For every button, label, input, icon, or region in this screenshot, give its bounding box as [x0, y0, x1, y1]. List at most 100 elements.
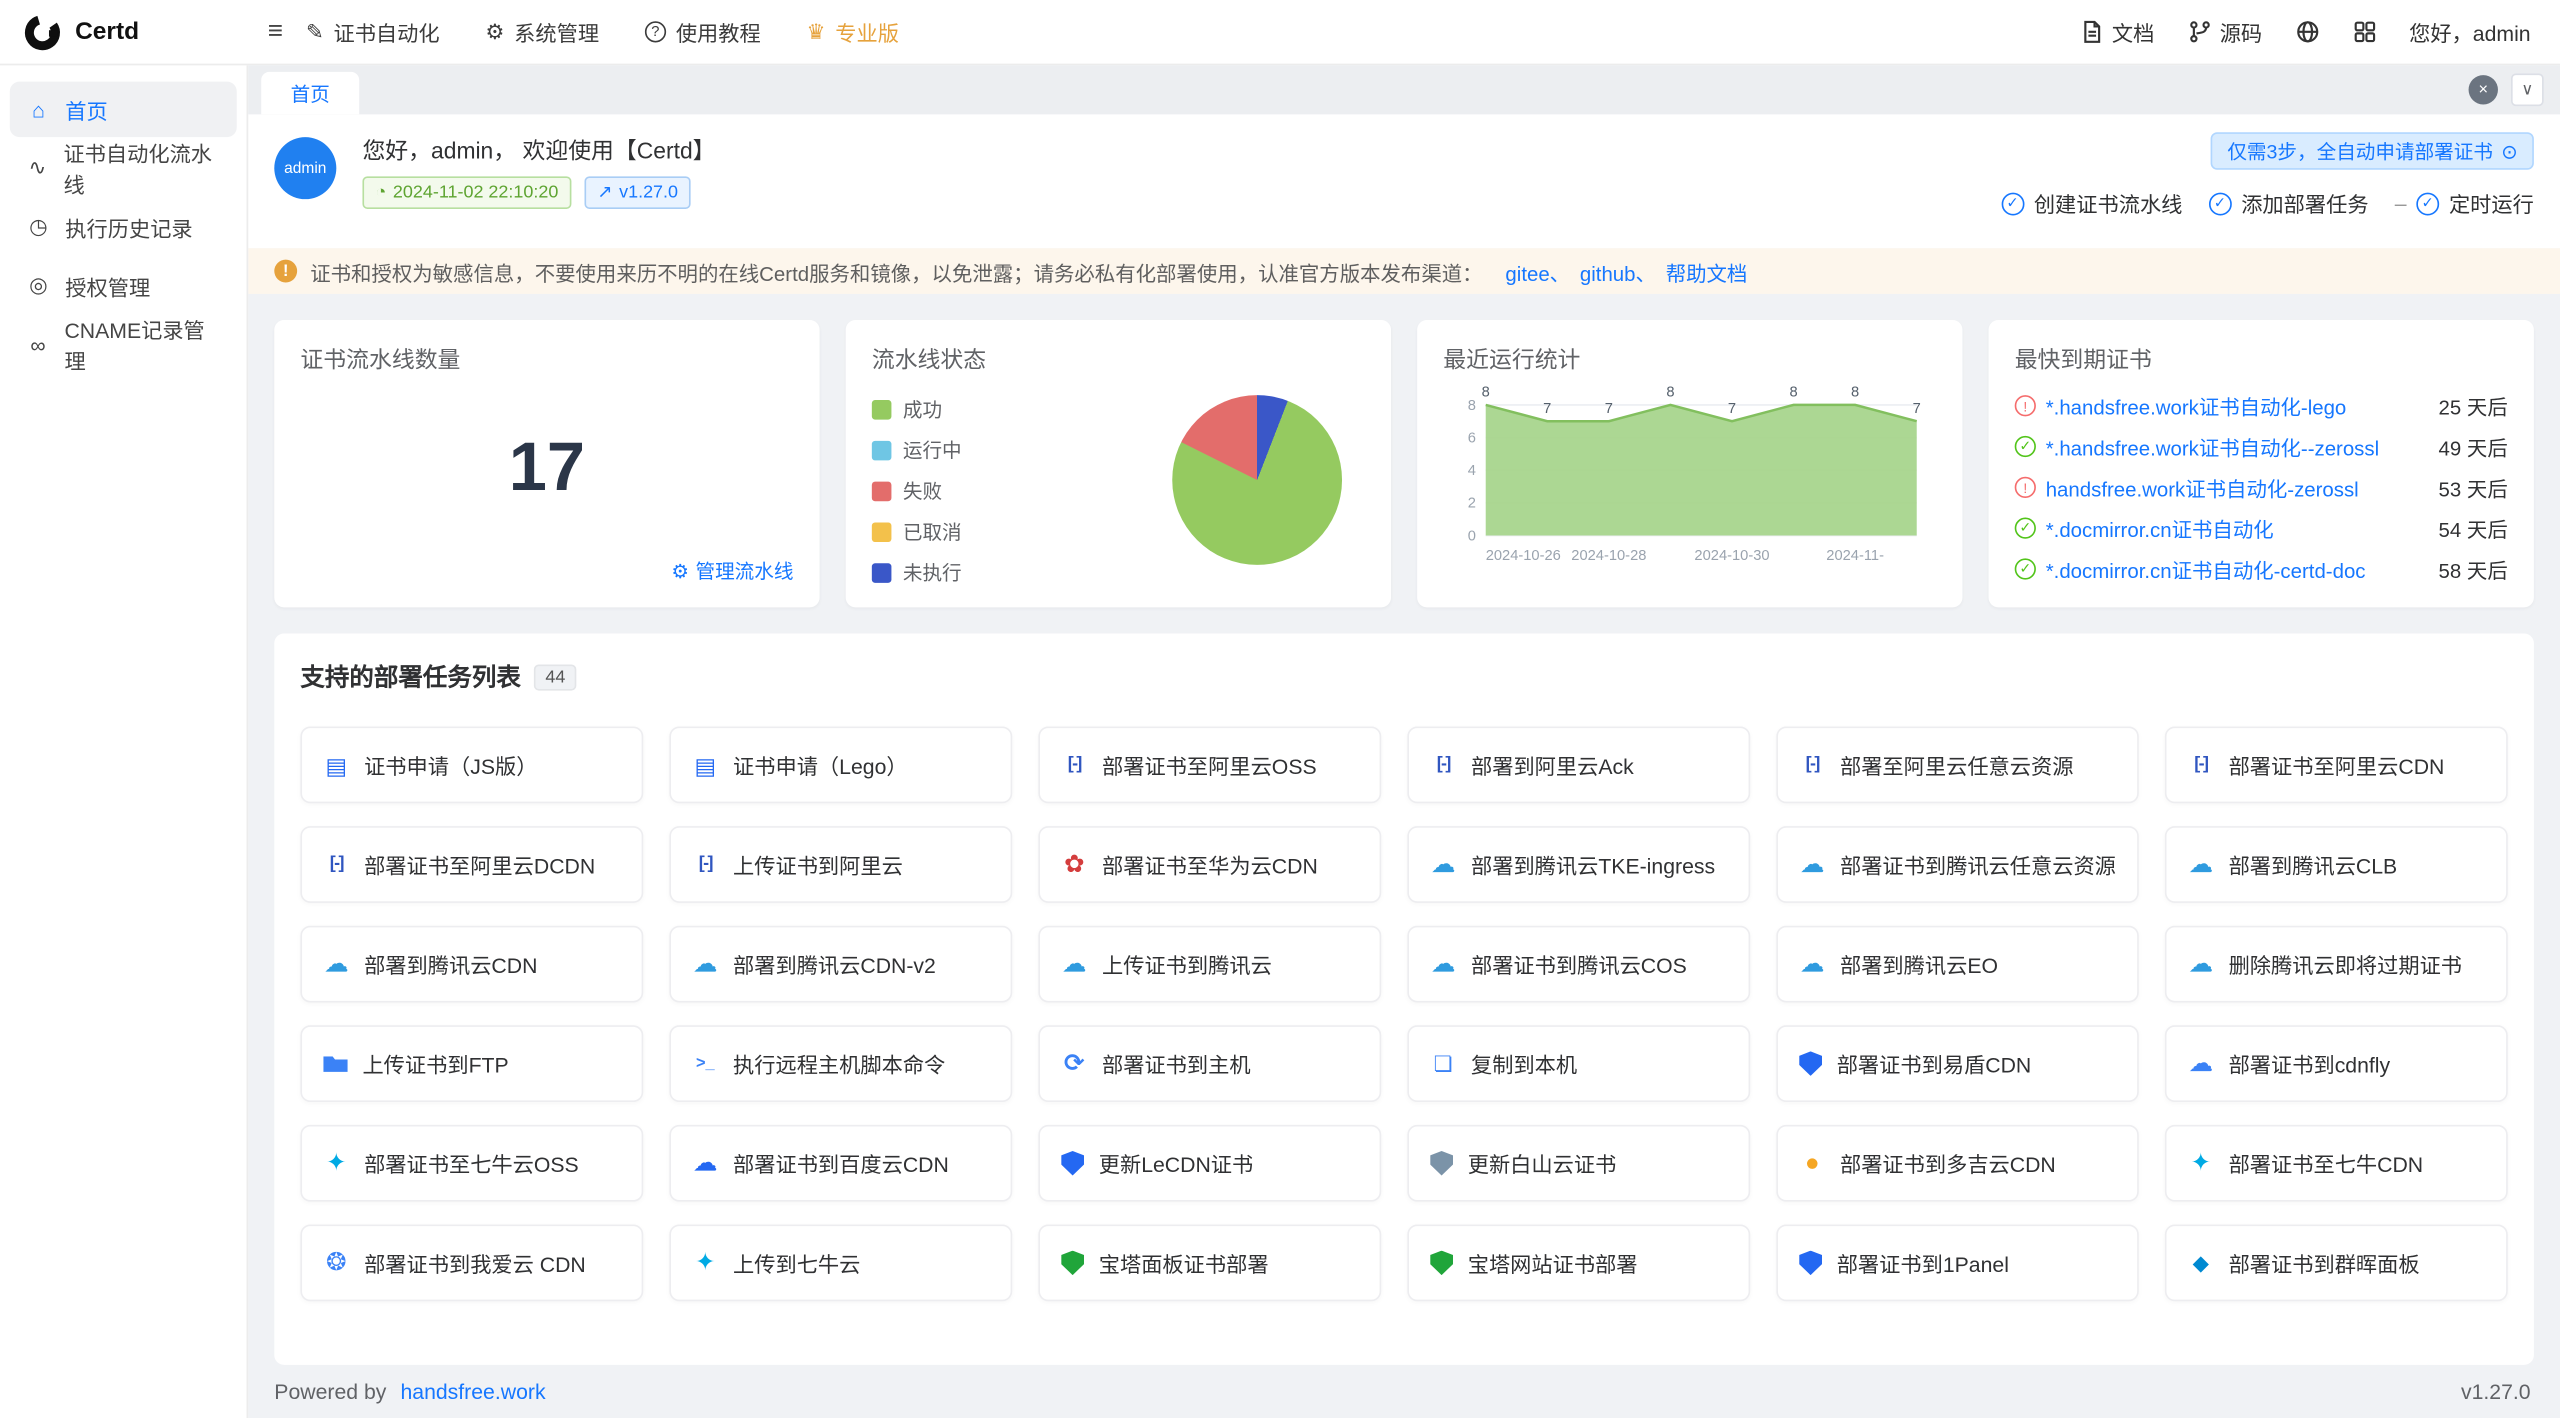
tab-home[interactable]: 首页 [261, 72, 359, 114]
task-label: 部署证书到易盾CDN [1837, 1048, 2032, 1079]
task-card[interactable]: 部署证书到易盾CDN [1776, 1025, 2138, 1102]
task-card[interactable]: 证书申请（Lego） [669, 727, 1012, 804]
status-icon [2015, 436, 2036, 457]
task-card[interactable]: 宝塔网站证书部署 [1407, 1224, 1750, 1301]
task-card[interactable]: 部署到腾讯云EO [1776, 926, 2138, 1003]
tab-options-chevron-icon[interactable]: ∨ [2511, 73, 2544, 106]
task-card[interactable]: 执行远程主机脚本命令 [669, 1025, 1012, 1102]
task-icon [1799, 1051, 1822, 1075]
notice-link[interactable]: gitee、 [1505, 262, 1570, 285]
task-card[interactable]: 部署证书到我爱云 CDN [300, 1224, 643, 1301]
cert-name-link[interactable]: *.docmirror.cn证书自动化 [2046, 513, 2419, 544]
notice-link[interactable]: 帮助文档 [1666, 262, 1748, 285]
task-card[interactable]: 部署证书至华为云CDN [1038, 826, 1381, 903]
version-text: v1.27.0 [619, 181, 678, 204]
top-menu-item[interactable]: ? 使用教程 [645, 16, 761, 47]
task-label: 部署证书到百度云CDN [733, 1148, 949, 1179]
widget-menu[interactable] [2352, 20, 2376, 44]
task-label: 部署到腾讯云EO [1840, 949, 1998, 980]
task-card[interactable]: 部署至阿里云任意云资源 [1776, 727, 2138, 804]
task-card[interactable]: 部署证书至七牛云OSS [300, 1125, 643, 1202]
manage-pipelines-link[interactable]: ⚙ 管理流水线 [300, 557, 793, 585]
check-circle-icon: ✓ [2416, 192, 2439, 215]
user-menu[interactable]: 您好，admin [2409, 16, 2531, 47]
language-switch[interactable] [2295, 20, 2319, 44]
notice-link[interactable]: github、 [1580, 262, 1656, 285]
clock-icon: ◔ [376, 181, 387, 204]
task-icon [692, 1250, 718, 1276]
pipeline-count-card: 证书流水线数量 17 ⚙ 管理流水线 [274, 320, 819, 607]
task-card[interactable]: 证书申请（JS版） [300, 727, 643, 804]
svg-text:7: 7 [1543, 401, 1551, 417]
task-card[interactable]: 上传证书到腾讯云 [1038, 926, 1381, 1003]
sidebar-item[interactable]: ◎ 授权管理 [10, 258, 237, 314]
task-card[interactable]: 部署证书到腾讯云任意云资源 [1776, 826, 2138, 903]
sidebar-item[interactable]: ∿ 证书自动化流水线 [10, 140, 237, 196]
cert-name-link[interactable]: *.handsfree.work证书自动化-lego [2046, 390, 2419, 421]
task-icon [1799, 752, 1825, 778]
svg-text:8: 8 [1482, 385, 1490, 401]
cert-name-link[interactable]: *.handsfree.work证书自动化--zerossl [2046, 431, 2419, 462]
handsfree-link[interactable]: handsfree.work [400, 1380, 545, 1404]
task-card[interactable]: 部署到腾讯云CLB [2165, 826, 2508, 903]
app-logo[interactable]: Certd [0, 0, 248, 64]
task-card[interactable]: 删除腾讯云即将过期证书 [2165, 926, 2508, 1003]
task-card[interactable]: 部署证书到1Panel [1776, 1224, 2138, 1301]
task-card[interactable]: 部署到阿里云Ack [1407, 727, 1750, 804]
task-card[interactable]: 部署到腾讯云CDN-v2 [669, 926, 1012, 1003]
svg-text:8: 8 [1666, 385, 1674, 401]
task-icon [1430, 1051, 1456, 1077]
top-menu-item[interactable]: ⚙ 系统管理 [485, 16, 599, 47]
docs-link[interactable]: 文档 [2079, 16, 2154, 47]
close-tabs-icon[interactable]: × [2469, 75, 2498, 104]
tab-bar: 首页 × ∨ [248, 65, 2560, 114]
legend-swatch [872, 562, 892, 582]
expiring-item: handsfree.work证书自动化-zerossl 53 天后 [2015, 472, 2508, 503]
expiring-item: *.docmirror.cn证书自动化 54 天后 [2015, 513, 2508, 544]
task-icon [2188, 752, 2214, 778]
sidebar-item[interactable]: ⌂ 首页 [10, 82, 237, 138]
check-circle-icon: ✓ [2209, 192, 2232, 215]
task-card[interactable]: 宝塔面板证书部署 [1038, 1224, 1381, 1301]
task-icon [2188, 1150, 2214, 1176]
sidebar-item[interactable]: ◷ 执行历史记录 [10, 199, 237, 255]
task-card[interactable]: 更新LeCDN证书 [1038, 1125, 1381, 1202]
sidebar-item[interactable]: ∞ CNAME记录管理 [10, 317, 237, 373]
task-card[interactable]: 部署到腾讯云CDN [300, 926, 643, 1003]
task-card[interactable]: 更新白山云证书 [1407, 1125, 1750, 1202]
task-card[interactable]: 上传证书到阿里云 [669, 826, 1012, 903]
card-title: 最近运行统计 [1443, 343, 1936, 376]
source-code-link[interactable]: 源码 [2187, 16, 2262, 47]
task-card[interactable]: 部署证书到cdnfly [2165, 1025, 2508, 1102]
task-card[interactable]: 部署证书到群晖面板 [2165, 1224, 2508, 1301]
task-card[interactable]: 部署证书到腾讯云COS [1407, 926, 1750, 1003]
sidebar-collapse-icon[interactable]: ≡ [268, 17, 283, 46]
cert-name-link[interactable]: *.docmirror.cn证书自动化-certd-doc [2046, 553, 2419, 584]
task-card[interactable]: 部署证书到百度云CDN [669, 1125, 1012, 1202]
task-card[interactable]: 部署证书到主机 [1038, 1025, 1381, 1102]
task-card[interactable]: 复制到本机 [1407, 1025, 1750, 1102]
cert-name-link[interactable]: handsfree.work证书自动化-zerossl [2046, 472, 2419, 503]
task-card[interactable]: 部署证书到多吉云CDN [1776, 1125, 2138, 1202]
task-card[interactable]: 部署证书至阿里云OSS [1038, 727, 1381, 804]
task-icon [1799, 1150, 1825, 1176]
task-card[interactable]: 上传证书到FTP [300, 1025, 643, 1102]
task-card[interactable]: 部署到腾讯云TKE-ingress [1407, 826, 1750, 903]
task-card[interactable]: 上传到七牛云 [669, 1224, 1012, 1301]
task-label: 更新白山云证书 [1468, 1148, 1617, 1179]
task-icon [1061, 1151, 1084, 1175]
task-label: 部署证书到腾讯云COS [1471, 949, 1687, 980]
sidebar-item-label: 授权管理 [65, 270, 150, 301]
task-card[interactable]: 部署证书至阿里云CDN [2165, 727, 2508, 804]
task-card[interactable]: 部署证书至阿里云DCDN [300, 826, 643, 903]
task-icon [1799, 951, 1825, 977]
top-menu-item[interactable]: ♛ 专业版 [806, 16, 899, 47]
task-card[interactable]: 部署证书至七牛CDN [2165, 1125, 2508, 1202]
promo-pill[interactable]: 仅需3步，全自动申请部署证书 ⊙ [2211, 132, 2534, 170]
tasks-grid: 证书申请（JS版） 证书申请（Lego） 部署证书至阿里云OSS [300, 727, 2507, 1302]
top-menu-item[interactable]: ✎ 证书自动化 [306, 16, 440, 47]
svg-text:2024-10-30: 2024-10-30 [1694, 548, 1769, 564]
days-remaining: 25 天后 [2439, 390, 2508, 421]
task-icon [1799, 1251, 1822, 1275]
task-icon [1061, 1251, 1084, 1275]
